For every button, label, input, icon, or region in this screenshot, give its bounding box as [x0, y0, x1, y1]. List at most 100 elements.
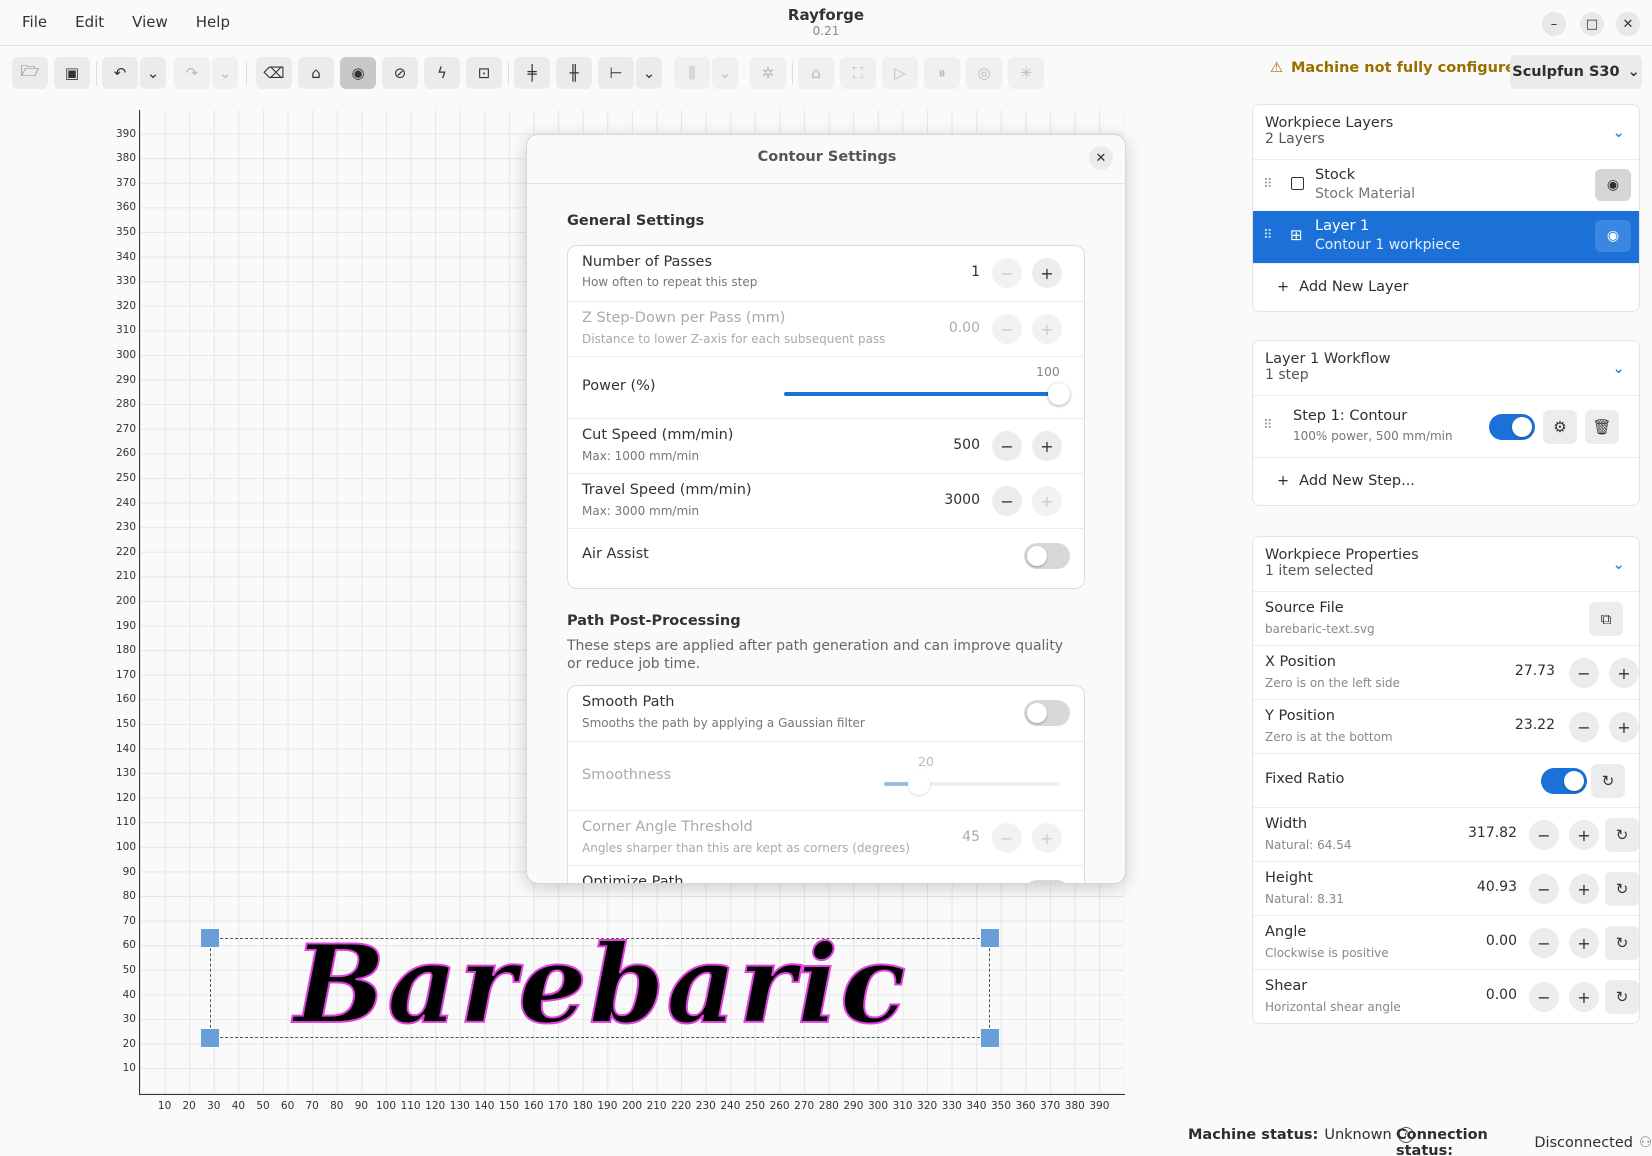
smoothness-slider-knob[interactable]	[908, 773, 930, 795]
passes-decrement[interactable]: −	[992, 258, 1022, 288]
layout-button[interactable]: ✲	[750, 57, 786, 89]
toggle-camera-button[interactable]: ⊘	[382, 57, 418, 89]
add-layer-button[interactable]: + Add New Layer	[1253, 263, 1639, 309]
corner-angle-value[interactable]: 45	[920, 829, 980, 845]
x-position-increment[interactable]: +	[1609, 658, 1639, 688]
y-position-increment[interactable]: +	[1609, 712, 1639, 742]
save-button[interactable]: ▣	[54, 57, 90, 89]
minimize-button[interactable]: –	[1542, 12, 1566, 36]
step-enabled-toggle[interactable]	[1489, 414, 1535, 440]
redo-button[interactable]: ↷	[174, 57, 210, 89]
optimize-path-toggle[interactable]	[1024, 880, 1070, 883]
toggle-travel-button[interactable]: ϟ	[424, 57, 460, 89]
cut-speed-value[interactable]: 500	[920, 437, 980, 453]
width-reset-button[interactable]: ↻	[1605, 818, 1639, 852]
align-left-button[interactable]: ⊢	[598, 57, 634, 89]
trace-button[interactable]: ⌂	[298, 57, 334, 89]
angle-value[interactable]: 0.00	[1447, 933, 1517, 949]
height-increment[interactable]: +	[1569, 874, 1599, 904]
height-reset-button[interactable]: ↻	[1605, 872, 1639, 906]
pause-button[interactable]: ⏸	[924, 57, 960, 89]
align-menu-button[interactable]: ⌄	[636, 57, 662, 89]
zstep-increment[interactable]: +	[1032, 314, 1062, 344]
layer-visibility-button[interactable]: ◉	[1595, 220, 1631, 252]
maximize-button[interactable]: □	[1580, 12, 1604, 36]
power-slider-knob[interactable]	[1048, 383, 1070, 405]
angle-decrement[interactable]: −	[1529, 928, 1559, 958]
workpiece[interactable]: Barebaric	[201, 924, 999, 1047]
smooth-path-toggle[interactable]	[1024, 700, 1070, 726]
send-button[interactable]: ▷	[882, 57, 918, 89]
dialog-close-button[interactable]: ✕	[1089, 146, 1113, 170]
drag-handle-icon[interactable]: ⠿	[1263, 228, 1272, 243]
height-decrement[interactable]: −	[1529, 874, 1559, 904]
frame-button[interactable]: ⛶	[840, 57, 876, 89]
layers-panel-header[interactable]: Workpiece Layers 2 Layers ⌄	[1253, 105, 1639, 159]
air-assist-toggle[interactable]	[1024, 543, 1070, 569]
zstep-value[interactable]: 0.00	[920, 320, 980, 336]
width-decrement[interactable]: −	[1529, 820, 1559, 850]
close-window-button[interactable]: ✕	[1616, 12, 1640, 36]
layer-visibility-button[interactable]: ◉	[1595, 169, 1631, 201]
angle-increment[interactable]: +	[1569, 928, 1599, 958]
step-delete-button[interactable]: 🗑	[1585, 410, 1619, 444]
home-button[interactable]: ⌂	[798, 57, 834, 89]
toggle-workpieces-button[interactable]: ◉	[340, 57, 376, 89]
fixed-ratio-toggle[interactable]	[1541, 768, 1587, 794]
stop-button[interactable]: ◎	[966, 57, 1002, 89]
distribute-menu-button[interactable]: ⌄	[712, 57, 738, 89]
machine-selector[interactable]: Sculpfun S30 ⌄	[1510, 55, 1642, 89]
corner-angle-decrement[interactable]: −	[992, 823, 1022, 853]
open-source-file-button[interactable]: ⧉	[1589, 602, 1623, 636]
view-3d-button[interactable]: ⊡	[466, 57, 502, 89]
drag-handle-icon[interactable]: ⠿	[1263, 177, 1272, 192]
clear-button[interactable]: ⌫	[256, 57, 292, 89]
resize-handle-top-right[interactable]	[981, 929, 999, 947]
travel-speed-value[interactable]: 3000	[920, 492, 980, 508]
travel-speed-decrement[interactable]: −	[992, 486, 1022, 516]
drag-handle-icon[interactable]: ⠿	[1263, 418, 1272, 433]
distribute-button[interactable]: ⫼	[674, 57, 710, 89]
cut-speed-decrement[interactable]: −	[992, 431, 1022, 461]
smoothness-slider[interactable]	[884, 773, 1060, 795]
config-warning[interactable]: ⚠ Machine not fully configured	[1270, 60, 1525, 76]
angle-reset-button[interactable]: ↻	[1605, 926, 1639, 960]
resize-handle-bottom-left[interactable]	[201, 1029, 219, 1047]
open-button[interactable]: 🗁	[12, 57, 48, 89]
step-settings-button[interactable]: ⚙	[1543, 410, 1577, 444]
undo-history-button[interactable]: ⌄	[140, 57, 166, 89]
zstep-decrement[interactable]: −	[992, 314, 1022, 344]
center-vertical-button[interactable]: ╫	[556, 57, 592, 89]
y-position-decrement[interactable]: −	[1569, 712, 1599, 742]
corner-angle-increment[interactable]: +	[1032, 823, 1062, 853]
width-increment[interactable]: +	[1569, 820, 1599, 850]
undo-button[interactable]: ↶	[102, 57, 138, 89]
shear-increment[interactable]: +	[1569, 982, 1599, 1012]
align-left-icon: ⊢	[609, 64, 623, 82]
workflow-panel-header[interactable]: Layer 1 Workflow 1 step ⌄	[1253, 341, 1639, 395]
passes-increment[interactable]: +	[1032, 258, 1062, 288]
cut-speed-increment[interactable]: +	[1032, 431, 1062, 461]
layer-row-layer1[interactable]: ⠿ ⊞ Layer 1 Contour 1 workpiece ◉	[1253, 211, 1639, 263]
properties-panel-header[interactable]: Workpiece Properties 1 item selected ⌄	[1253, 537, 1639, 591]
fixed-ratio-reset-button[interactable]: ↻	[1591, 764, 1625, 798]
x-position-decrement[interactable]: −	[1569, 658, 1599, 688]
add-step-button[interactable]: + Add New Step...	[1253, 457, 1639, 503]
power-slider[interactable]	[784, 383, 1070, 405]
shear-value[interactable]: 0.00	[1447, 987, 1517, 1003]
layer-row-stock[interactable]: ⠿ Stock Stock Material ◉	[1253, 159, 1639, 211]
width-value[interactable]: 317.82	[1447, 825, 1517, 841]
step-row[interactable]: ⠿ Step 1: Contour 100% power, 500 mm/min…	[1253, 395, 1639, 457]
redo-history-button[interactable]: ⌄	[212, 57, 238, 89]
travel-speed-increment[interactable]: +	[1032, 486, 1062, 516]
center-horizontal-button[interactable]: ╪	[514, 57, 550, 89]
focus-button[interactable]: ✳	[1008, 57, 1044, 89]
shear-reset-button[interactable]: ↻	[1605, 980, 1639, 1014]
y-position-value[interactable]: 23.22	[1485, 717, 1555, 733]
x-position-value[interactable]: 27.73	[1485, 663, 1555, 679]
height-value[interactable]: 40.93	[1447, 879, 1517, 895]
resize-handle-bottom-right[interactable]	[981, 1029, 999, 1047]
resize-handle-top-left[interactable]	[201, 929, 219, 947]
shear-decrement[interactable]: −	[1529, 982, 1559, 1012]
passes-value[interactable]: 1	[920, 264, 980, 280]
